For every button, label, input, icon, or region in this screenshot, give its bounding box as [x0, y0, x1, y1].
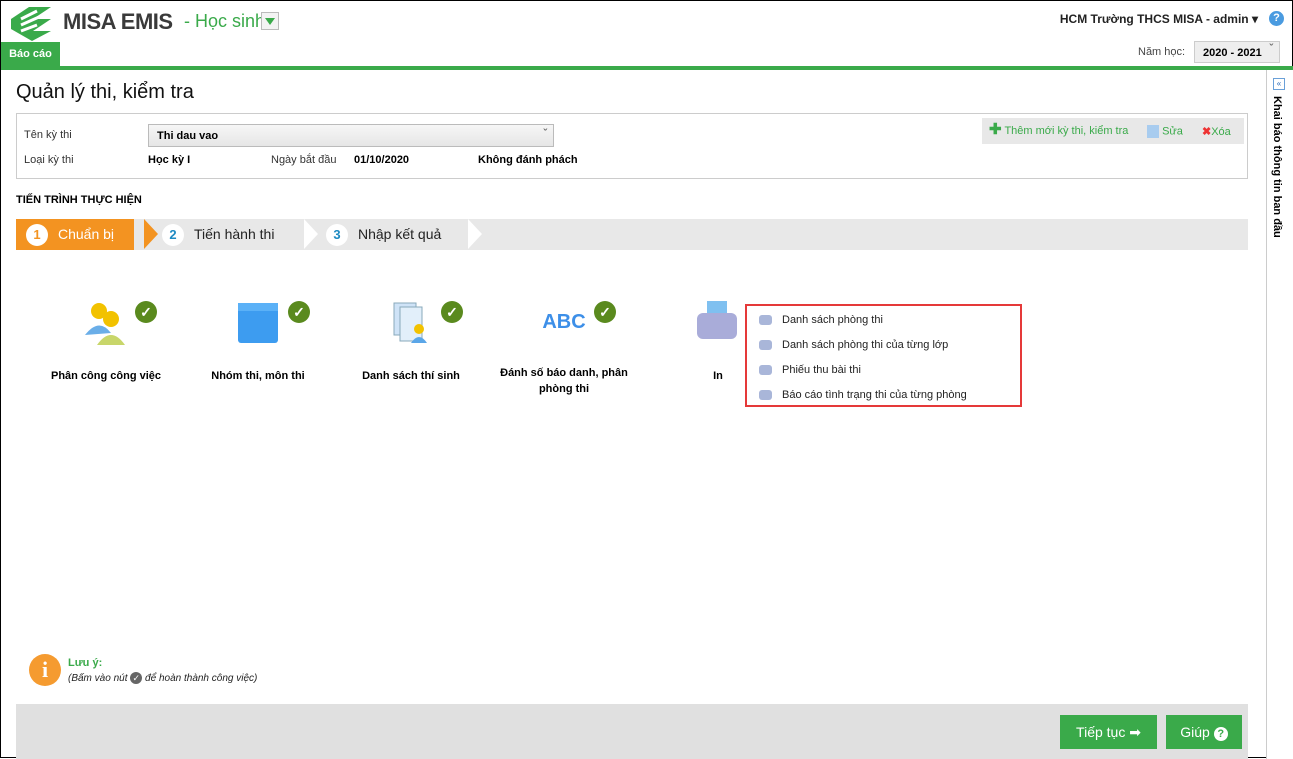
next-label: Tiếp tục [1076, 724, 1126, 740]
printer-icon [759, 315, 772, 326]
next-button[interactable]: Tiếp tục ➡ [1060, 715, 1157, 749]
progress-steps: 1 Chuẩn bị 2 Tiến hành thi 3 Nhập kết quả [16, 219, 1248, 250]
start-date-label: Ngày bắt đầu [271, 154, 337, 166]
header-divider [1, 66, 1293, 70]
exam-info-panel: Tên kỳ thi Thi dau vao Loại kỳ thi Học k… [16, 113, 1248, 179]
app-name: MISA EMIS [63, 9, 173, 34]
document-user-icon [393, 302, 427, 343]
edit-label: Sửa [1162, 125, 1183, 138]
window-icon [238, 303, 278, 343]
task-label: Nhóm thi, môn thi [211, 370, 305, 382]
year-value: 2020 - 2021 [1203, 47, 1262, 59]
exam-name-label: Tên kỳ thi [24, 129, 72, 141]
arrow-right-icon: ➡ [1129, 724, 1141, 740]
task-candidate-list[interactable]: Danh sách thí sinh [336, 297, 486, 384]
printer-icon [759, 340, 772, 351]
check-icon[interactable]: ✓ [135, 301, 157, 323]
step-number: 1 [26, 224, 48, 247]
abc-icon: ABC [542, 311, 586, 333]
toolbar: ✚ Thêm mới kỳ thi, kiểm tra Sửa ✖Xóa [982, 118, 1244, 144]
printer-icon [697, 301, 737, 339]
module-dropdown-button[interactable] [261, 12, 279, 30]
menu-label: Danh sách phòng thi [782, 314, 883, 326]
step-arrow [304, 219, 318, 249]
note-title: Lưu ý: [68, 657, 103, 669]
task-label: Phân công công việc [50, 370, 162, 382]
menu-label: Danh sách phòng thi của từng lớp [782, 339, 949, 351]
note-text-before: (Bấm vào nút [68, 673, 128, 684]
menu-label: Phiếu thu bài thi [782, 364, 861, 376]
help-button[interactable]: Giúp ? [1166, 715, 1242, 749]
step-conduct[interactable]: 2 Tiến hành thi [162, 219, 274, 250]
task-assign-work[interactable]: Phân công công việc [31, 297, 181, 384]
collapse-icon[interactable]: « [1273, 78, 1285, 90]
tab-report[interactable]: Báo cáo [1, 42, 60, 67]
print-menu: Danh sách phòng thi Danh sách phòng thi … [745, 304, 1022, 407]
check-icon[interactable]: ✓ [288, 301, 310, 323]
check-icon: ✓ [130, 672, 143, 684]
plus-icon: ✚ [989, 121, 1002, 138]
print-menu-item[interactable]: Danh sách phòng thi [759, 314, 883, 326]
task-groups-subjects[interactable]: Nhóm thi, môn thi [183, 297, 333, 384]
menu-label: Báo cáo tình trạng thi của từng phòng [782, 389, 967, 401]
step-arrow [468, 219, 482, 249]
module-name: - Học sinh [184, 11, 266, 31]
delete-label: Xóa [1211, 126, 1231, 138]
task-numbering-rooms[interactable]: ABC Đánh số báo danh, phân phòng thi [489, 297, 639, 397]
year-label: Năm học: [1138, 46, 1186, 58]
help-icon[interactable]: ? [1269, 11, 1284, 26]
exam-name-select[interactable]: Thi dau vao [148, 124, 554, 147]
print-menu-item[interactable]: Báo cáo tình trạng thi của từng phòng [759, 389, 967, 401]
step-number: 2 [162, 224, 184, 247]
step-label: Chuẩn bị [58, 226, 115, 242]
printer-icon [759, 390, 772, 401]
page-title: Quản lý thi, kiểm tra [16, 81, 194, 103]
task-label: Đánh số báo danh, phân phòng thi [500, 367, 628, 395]
start-date-value: 01/10/2020 [354, 154, 410, 166]
edit-icon [1147, 125, 1159, 138]
note-text: (Bấm vào nút ✓ để hoàn thành công việc) [68, 672, 257, 684]
print-menu-item[interactable]: Danh sách phòng thi của từng lớp [759, 339, 948, 351]
task-label: Danh sách thí sinh [362, 370, 460, 382]
right-sidebar: « Khai báo thông tin ban đầu [1266, 70, 1293, 759]
mode-value: Không đánh phách [478, 154, 578, 166]
delete-button[interactable]: ✖Xóa [1202, 125, 1231, 138]
step-number: 3 [326, 224, 348, 247]
step-arrow [144, 219, 158, 249]
help-label: Giúp [1180, 724, 1210, 740]
step-label: Tiến hành thi [194, 226, 275, 242]
year-select[interactable]: 2020 - 2021 ˇ [1194, 41, 1280, 63]
add-exam-label: Thêm mới kỳ thi, kiểm tra [1004, 125, 1129, 137]
step-prepare[interactable]: 1 Chuẩn bị [16, 219, 134, 250]
step-results[interactable]: 3 Nhập kết quả [326, 219, 441, 250]
user-menu[interactable]: HCM Trường THCS MISA - admin ▾ [1060, 12, 1258, 26]
chevron-down-icon: ˇ [1269, 43, 1273, 55]
users-icon [85, 303, 125, 345]
progress-title: TIẾN TRÌNH THỰC HIỆN [16, 194, 142, 206]
exam-type-label: Loại kỳ thi [24, 154, 74, 166]
info-icon: i [29, 654, 61, 686]
footer-bar: Tiếp tục ➡ Giúp ? [16, 704, 1248, 759]
delete-icon: ✖ [1202, 126, 1212, 138]
print-menu-item[interactable]: Phiếu thu bài thi [759, 364, 861, 376]
check-icon[interactable]: ✓ [594, 301, 616, 323]
add-exam-button[interactable]: ✚ Thêm mới kỳ thi, kiểm tra [989, 122, 1129, 137]
note-text-after: để hoàn thành công việc) [145, 673, 258, 684]
sidebar-title[interactable]: Khai báo thông tin ban đầu [1271, 96, 1283, 238]
step-label: Nhập kết quả [358, 226, 442, 242]
exam-type-value: Học kỳ I [148, 154, 191, 166]
check-icon[interactable]: ✓ [441, 301, 463, 323]
edit-button[interactable]: Sửa [1147, 125, 1183, 138]
printer-icon [759, 365, 772, 376]
question-icon: ? [1213, 727, 1228, 741]
misa-logo-icon [11, 7, 51, 41]
